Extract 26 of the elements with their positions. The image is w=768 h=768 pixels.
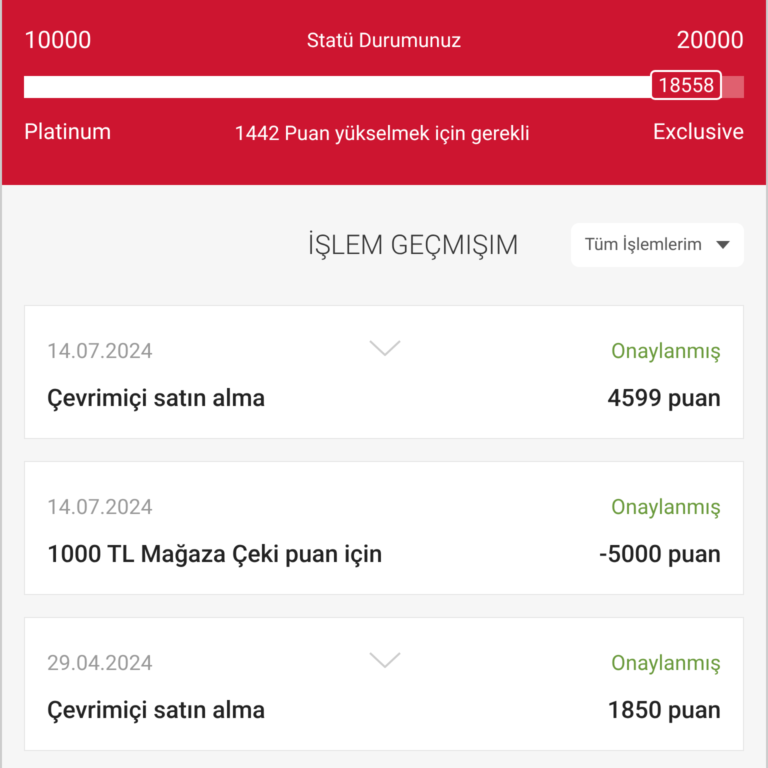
next-tier-label: Exclusive: [652, 120, 744, 145]
current-tier-label: Platinum: [24, 120, 112, 145]
transaction-card[interactable]: 29.04.2024 Onaylanmış Çevrimiçi satın alma 1850 puan: [24, 617, 744, 751]
transaction-status: Onaylanmış: [611, 496, 721, 520]
transaction-points: -5000 puan: [599, 540, 721, 568]
transaction-card[interactable]: 14.07.2024 Onaylanmış Çevrimiçi satın alma 4599 puan: [24, 305, 744, 439]
transaction-status: Onaylanmış: [611, 652, 721, 676]
transaction-description: Çevrimiçi satın alma: [47, 696, 266, 724]
current-points-badge: 18558: [650, 70, 722, 100]
history-title: İŞLEM GEÇMIŞIM: [308, 229, 519, 261]
max-points: 20000: [676, 26, 744, 54]
transaction-description: Çevrimiçi satın alma: [47, 384, 266, 412]
transaction-status: Onaylanmış: [611, 340, 721, 364]
transaction-points: 4599 puan: [607, 384, 721, 412]
caret-icon: [716, 241, 730, 249]
transaction-description: 1000 TL Mağaza Çeki puan için: [47, 540, 382, 568]
chevron-down-icon[interactable]: [369, 652, 401, 668]
transaction-points: 1850 puan: [607, 696, 721, 724]
filter-dropdown[interactable]: Tüm İşlemlerim: [570, 223, 744, 267]
transaction-date: 14.07.2024: [47, 496, 152, 520]
transaction-date: 14.07.2024: [47, 340, 152, 364]
min-points: 10000: [24, 26, 92, 54]
transaction-date: 29.04.2024: [47, 652, 152, 676]
status-title: Statü Durumunuz: [306, 28, 462, 52]
chevron-down-icon[interactable]: [369, 340, 401, 356]
points-needed-text: 1442 Puan yükselmek için gerekli: [234, 120, 530, 144]
